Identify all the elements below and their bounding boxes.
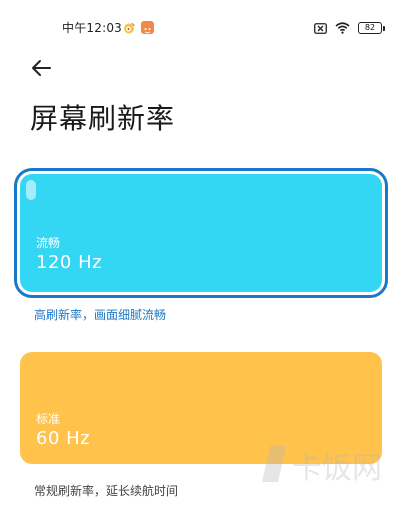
refresh-rate-option-120hz[interactable]: 流畅 120 Hz <box>14 168 388 298</box>
back-button[interactable] <box>30 58 54 78</box>
card-highlight <box>26 180 36 200</box>
status-time: 中午12:03 <box>62 21 122 35</box>
option-name: 流畅 <box>36 236 61 250</box>
page-title: 屏幕刷新率 <box>30 102 176 135</box>
wifi-icon <box>335 22 350 34</box>
weibo-icon <box>124 23 135 34</box>
option-description: 高刷新率，画面细腻流畅 <box>34 308 167 322</box>
option-value: 120 Hz <box>36 252 103 273</box>
battery-level: 82 <box>364 23 376 32</box>
sim-off-icon <box>314 22 327 34</box>
back-arrow-icon <box>32 60 51 76</box>
status-bar: 中午12:03 82 <box>0 0 400 40</box>
option-description: 常规刷新率，延长续航时间 <box>34 484 179 498</box>
refresh-rate-option-60hz[interactable]: 标准 60 Hz <box>20 352 382 464</box>
option-value: 60 Hz <box>36 428 91 449</box>
option-name: 标准 <box>36 412 61 426</box>
battery-icon: 82 <box>358 22 385 34</box>
status-icons: 82 <box>314 21 385 35</box>
app-notification-icon <box>141 21 154 34</box>
